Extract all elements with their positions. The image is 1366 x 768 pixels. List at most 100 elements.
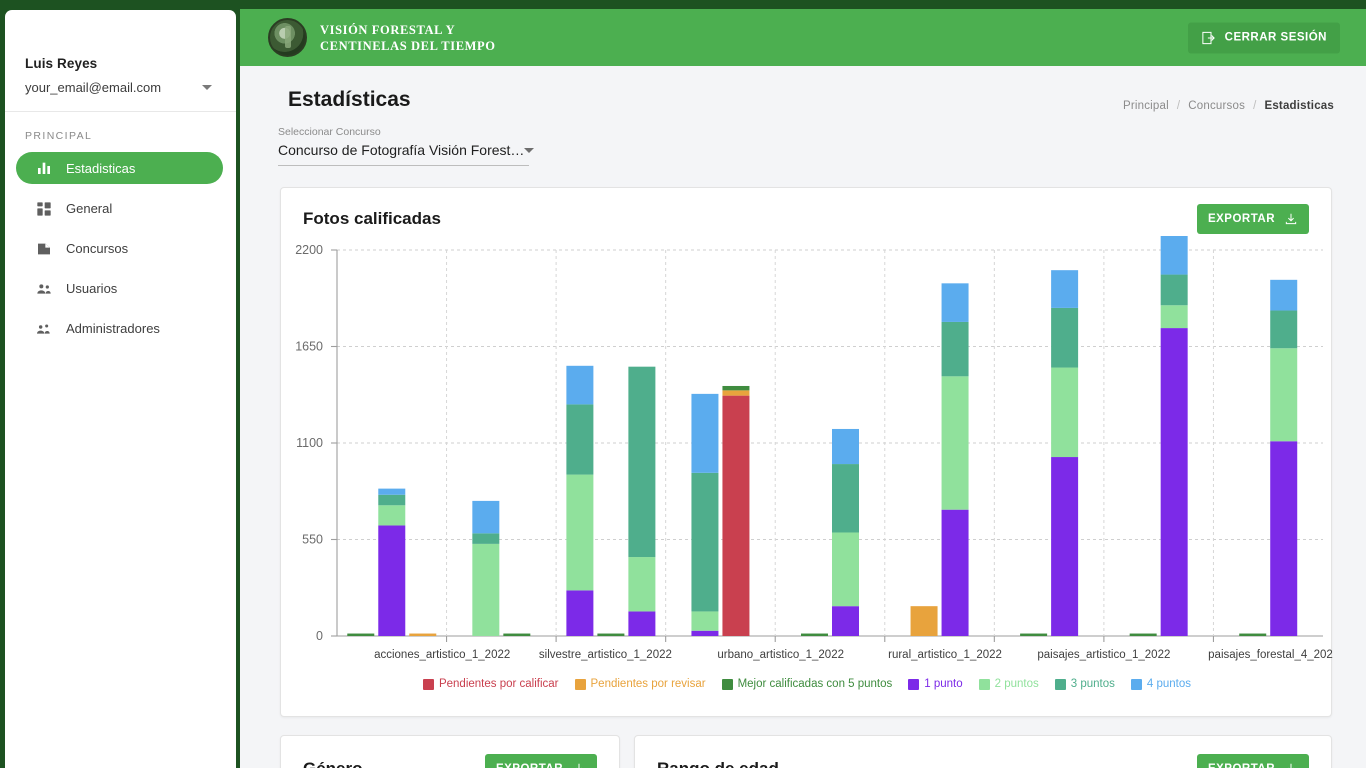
chart-bar-segment[interactable]: [1051, 307, 1079, 368]
breadcrumb-item-principal[interactable]: Principal: [1123, 100, 1169, 112]
sidebar-section-title: PRINCIPAL: [25, 130, 93, 142]
sidebar-account-switcher[interactable]: your_email@email.com: [25, 80, 216, 95]
sidebar-item-administradores[interactable]: Administradores: [16, 313, 223, 344]
x-axis-tick-label: paisajes_artistico_1_2022: [1037, 649, 1170, 661]
chart-bar-segment[interactable]: [566, 404, 594, 475]
page-header: Estadísticas Principal / Concursos / Est…: [240, 66, 1366, 112]
chart-bar-segment[interactable]: [1020, 633, 1048, 636]
chart-bar-segment[interactable]: [910, 606, 938, 636]
chart-bar-segment[interactable]: [801, 633, 828, 636]
chart-bar-segment[interactable]: [378, 525, 406, 636]
sidebar-item-label: Estadisticas: [66, 160, 136, 176]
sidebar-item-spacer: [5, 184, 236, 193]
chart-bar-segment[interactable]: [1270, 279, 1298, 311]
chart-bar-segment[interactable]: [1160, 236, 1188, 275]
chart-bar-segment[interactable]: [566, 590, 594, 636]
chart-bar-segment[interactable]: [1160, 328, 1188, 636]
chart-bar-segment[interactable]: [941, 321, 969, 377]
legend-item[interactable]: Pendientes por revisar: [574, 678, 706, 690]
chart-bar-segment[interactable]: [378, 494, 406, 506]
chart-bar-segment[interactable]: [941, 283, 969, 322]
dashboard-icon: [37, 201, 51, 216]
chart-bar-segment[interactable]: [1051, 270, 1079, 308]
breadcrumb-separator: /: [1253, 100, 1257, 112]
chart-bar-segment[interactable]: [691, 472, 719, 612]
chart-bar-segment[interactable]: [378, 488, 406, 495]
chart-bar-segment[interactable]: [832, 532, 859, 607]
legend-item[interactable]: Pendientes por calificar: [422, 678, 559, 690]
chart-bar-segment[interactable]: [722, 385, 750, 391]
chart-bar-segment[interactable]: [378, 505, 406, 526]
chart-bar-segment[interactable]: [1160, 274, 1188, 306]
chart-bar-segment[interactable]: [472, 533, 500, 544]
chart-bar-segment[interactable]: [1129, 633, 1157, 636]
legend-label: 4 puntos: [1146, 678, 1192, 690]
sidebar-item-general[interactable]: General: [16, 193, 223, 224]
chart-bar-segment[interactable]: [1270, 441, 1298, 636]
chart-bar-segment[interactable]: [1270, 348, 1298, 442]
chart-bar-segment[interactable]: [503, 633, 531, 636]
chart-bar-segment[interactable]: [832, 464, 859, 533]
sidebar-item-label: Administradores: [66, 321, 160, 336]
legend-item[interactable]: 2 puntos: [978, 678, 1039, 690]
legend-item[interactable]: 1 punto: [908, 678, 963, 690]
chart-bar-segment[interactable]: [941, 376, 969, 510]
chart-bar-segment[interactable]: [566, 474, 594, 591]
chart-bar-segment[interactable]: [1051, 367, 1079, 458]
breadcrumb: Principal / Concursos / Estadisticas: [1123, 100, 1334, 112]
chart-bar-segment[interactable]: [409, 633, 437, 636]
chart-bar-segment[interactable]: [597, 633, 625, 636]
chart-bar-segment[interactable]: [941, 509, 969, 636]
chart-bar-segment[interactable]: [832, 606, 859, 636]
sidebar-item-concursos[interactable]: Concursos: [16, 233, 223, 264]
legend-item[interactable]: 3 puntos: [1054, 678, 1115, 690]
chart-bar-segment[interactable]: [691, 630, 719, 636]
chart-bar-segment[interactable]: [1270, 310, 1298, 349]
chart-plot-area: 0 550 1100 1650 2200 acciones_artistico_1_202…: [281, 236, 1333, 718]
download-icon: [1285, 213, 1297, 225]
chart-bar-segment[interactable]: [566, 365, 594, 405]
x-axis-tick-label: urbano_artistico_1_2022: [717, 649, 844, 661]
chart-bar-segment[interactable]: [472, 500, 500, 534]
chart-bar-segment[interactable]: [472, 543, 500, 636]
contest-select[interactable]: Concurso de Fotografía Visión Forest…: [278, 142, 535, 166]
chart-bar-segment[interactable]: [691, 393, 719, 473]
y-axis-tick-label: 1100: [296, 436, 323, 450]
export-button-gender[interactable]: EXPORTAR: [484, 754, 597, 768]
download-icon: [576, 763, 582, 768]
sidebar-user-email: your_email@email.com: [25, 80, 162, 95]
chart-bar-segment[interactable]: [1160, 305, 1188, 329]
age-range-card-header: Rango de edad EXPORTAR: [635, 736, 1331, 768]
bar-chart-icon: [38, 162, 50, 174]
sidebar-item-usuarios[interactable]: Usuarios: [16, 273, 223, 304]
legend-item[interactable]: Mejor calificadas con 5 puntos: [721, 678, 892, 690]
stacked-bar-chart[interactable]: 0 550 1100 1650 2200 acciones_artistico_1_202…: [281, 236, 1333, 676]
legend-swatch: [721, 678, 733, 690]
gender-card-title: Género: [303, 759, 363, 768]
export-button-age[interactable]: EXPORTAR: [1196, 754, 1309, 768]
chart-bar-segment[interactable]: [691, 611, 719, 631]
chart-bar-segment[interactable]: [1051, 457, 1079, 636]
chart-bar-segment[interactable]: [832, 428, 859, 465]
legend-label: Pendientes por revisar: [590, 678, 706, 690]
export-button-label: EXPORTAR: [1208, 763, 1275, 768]
breadcrumb-separator: /: [1176, 100, 1181, 112]
chart-bar-segment[interactable]: [628, 611, 656, 636]
breadcrumb-item-concursos[interactable]: Concursos: [1188, 100, 1245, 112]
chart-bar-segment[interactable]: [1239, 633, 1267, 636]
chart-bar-segment[interactable]: [722, 390, 750, 396]
chart-bar-segment[interactable]: [722, 395, 750, 636]
brand-title: VISIÓN FORESTAL Y CENTINELAS DEL TIEMPO: [320, 22, 496, 54]
legend-swatch: [1130, 678, 1142, 690]
chart-bar-segment[interactable]: [628, 366, 656, 558]
chart-legend: Pendientes por calificar Pendientes por r…: [281, 678, 1333, 690]
logout-button[interactable]: CERRAR SESIÓN: [1187, 22, 1340, 53]
sidebar-item-estadisticas[interactable]: Estadisticas: [16, 152, 223, 184]
app-header: VISIÓN FORESTAL Y CENTINELAS DEL TIEMPO …: [240, 9, 1366, 66]
legend-item[interactable]: 4 puntos: [1130, 678, 1192, 690]
export-button-chart[interactable]: EXPORTAR: [1196, 204, 1309, 234]
chart-bar-segment[interactable]: [628, 557, 656, 612]
chart-bar-segment[interactable]: [347, 633, 375, 636]
age-range-card: Rango de edad EXPORTAR: [634, 735, 1332, 768]
export-button-label: EXPORTAR: [496, 763, 563, 768]
